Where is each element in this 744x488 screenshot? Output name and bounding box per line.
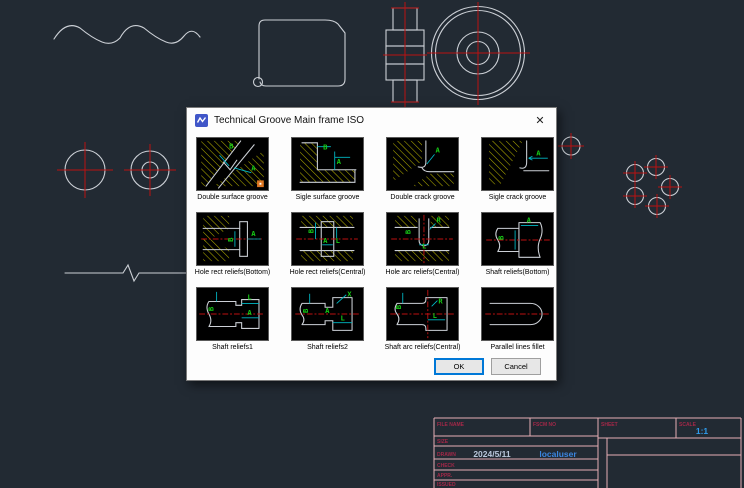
tile-label: Sigle crack groove	[470, 194, 565, 206]
title-block: FILE NAME FSCM NO SHEET SCALE 1:1 SIZE D…	[430, 414, 744, 488]
svg-text:B: B	[394, 304, 403, 309]
cancel-button[interactable]: Cancel	[491, 358, 541, 375]
svg-text:B: B	[301, 308, 310, 313]
tile-label: Shaft reliefs(Bottom)	[470, 269, 565, 281]
groove-dialog: Technical Groove Main frame ISO ✕ B A Do…	[186, 107, 557, 381]
thumbnail-sigle-surface-groove[interactable]: B A	[291, 137, 364, 191]
svg-text:R: R	[436, 216, 441, 225]
svg-text:B: B	[497, 235, 506, 240]
tile-label: Shaft arc reliefs(Central)	[375, 344, 470, 356]
groove-item-hole-rect-central: B A L Hole rect reliefs(Central)	[291, 212, 364, 281]
thumbnail-double-crack-groove[interactable]: A	[386, 137, 459, 191]
groove-item-hole-arc-central: R B L Hole arc reliefs(Central)	[386, 212, 459, 281]
thumbnail-parallel-lines-fillet[interactable]	[481, 287, 554, 341]
svg-text:R: R	[438, 296, 443, 305]
svg-text:B: B	[226, 237, 235, 242]
svg-text:B: B	[207, 306, 216, 311]
selected-marker	[257, 180, 264, 187]
tile-label: Sigle surface groove	[280, 194, 375, 206]
tile-label: Shaft reliefs1	[185, 344, 280, 356]
ok-button[interactable]: OK	[434, 358, 484, 375]
tb-label-size: SIZE	[437, 439, 449, 445]
sine-wave-drawing	[54, 26, 200, 44]
tile-label: Hole rect reliefs(Central)	[280, 269, 375, 281]
svg-text:A: A	[251, 229, 256, 238]
bolt-circle-cluster	[623, 155, 682, 218]
thumbnail-shaft-reliefs-bottom[interactable]: A B	[481, 212, 554, 266]
groove-item-double-surface: B A Double surface groove	[196, 137, 269, 206]
svg-text:B: B	[403, 229, 412, 234]
svg-text:L: L	[336, 236, 341, 245]
svg-text:L: L	[341, 314, 346, 323]
svg-text:A: A	[323, 236, 328, 245]
groove-item-double-crack: A Double crack groove	[386, 137, 459, 206]
gear-front-drawing	[427, 2, 530, 105]
tile-label: Parallel lines fillet	[470, 344, 565, 356]
circle-crosshair-left-2	[124, 144, 176, 196]
tb-label-appr: APPR.	[437, 473, 453, 479]
groove-item-shaft-reliefs1: B L A Shaft reliefs1	[196, 287, 269, 356]
tile-label: Double surface groove	[185, 194, 280, 206]
svg-text:X: X	[347, 290, 352, 299]
svg-text:A: A	[527, 216, 532, 225]
tile-label: Double crack groove	[375, 194, 470, 206]
thumbnail-grid: B A Double surface groove B A Sigle surf…	[196, 137, 554, 356]
thumbnail-double-surface-groove[interactable]: B A	[196, 137, 269, 191]
app-logo-icon	[195, 114, 208, 127]
groove-item-shaft-arc-central: B R L Shaft arc reliefs(Central)	[386, 287, 459, 356]
plate-drawing	[254, 20, 346, 87]
svg-text:B: B	[323, 143, 328, 152]
tb-label-fscm-no: FSCM NO	[533, 422, 556, 428]
svg-text:A: A	[325, 306, 330, 315]
tile-label: Hole rect reliefs(Bottom)	[185, 269, 280, 281]
groove-item-sigle-crack: A Sigle crack groove	[481, 137, 554, 206]
thumbnail-sigle-crack-groove[interactable]: A	[481, 137, 554, 191]
svg-text:A: A	[251, 164, 256, 173]
svg-text:L: L	[247, 293, 252, 302]
svg-text:A: A	[337, 157, 342, 166]
groove-item-sigle-surface: B A Sigle surface groove	[291, 137, 364, 206]
tb-value-scale: 1:1	[696, 426, 709, 436]
tb-label-check: CHECK	[437, 463, 455, 469]
thumbnail-hole-rect-reliefs-bottom[interactable]: B A	[196, 212, 269, 266]
svg-text:A: A	[536, 148, 541, 157]
tb-label-issued: ISSUED	[437, 482, 456, 488]
tb-label-drawn: DRAWN	[437, 452, 456, 458]
tb-value-drawn-date: 2024/5/11	[473, 449, 511, 459]
tile-label: Hole arc reliefs(Central)	[375, 269, 470, 281]
groove-item-parallel-fillet: Parallel lines fillet	[481, 287, 554, 356]
break-line-drawing	[65, 265, 187, 281]
tile-label: Shaft reliefs2	[280, 344, 375, 356]
groove-item-shaft-reliefs2: X B A L Shaft reliefs2	[291, 287, 364, 356]
circle-crosshair-right	[558, 133, 584, 159]
thumbnail-shaft-reliefs1[interactable]: B L A	[196, 287, 269, 341]
svg-text:A: A	[436, 145, 441, 154]
svg-text:L: L	[433, 311, 438, 320]
thumbnail-shaft-reliefs2[interactable]: X B A L	[291, 287, 364, 341]
tb-label-sheet: SHEET	[601, 422, 618, 428]
gear-section-drawing	[383, 2, 427, 107]
dialog-titlebar[interactable]: Technical Groove Main frame ISO ✕	[187, 108, 556, 133]
svg-text:B: B	[307, 228, 316, 233]
svg-text:B: B	[229, 142, 234, 151]
thumbnail-hole-arc-reliefs-central[interactable]: R B L	[386, 212, 459, 266]
circle-crosshair-left-1	[57, 142, 113, 198]
thumbnail-hole-rect-reliefs-central[interactable]: B A L	[291, 212, 364, 266]
groove-item-shaft-bottom: A B Shaft reliefs(Bottom)	[481, 212, 554, 281]
groove-item-hole-rect-bottom: B A Hole rect reliefs(Bottom)	[196, 212, 269, 281]
tb-value-drawn-by: localuser	[539, 449, 577, 459]
tb-label-scale: SCALE	[679, 422, 697, 428]
svg-text:A: A	[247, 308, 252, 317]
thumbnail-shaft-arc-reliefs-central[interactable]: B R L	[386, 287, 459, 341]
svg-text:L: L	[422, 242, 427, 251]
tb-label-file-name: FILE NAME	[437, 422, 465, 428]
dialog-title: Technical Groove Main frame ISO	[214, 115, 526, 126]
close-icon[interactable]: ✕	[532, 113, 548, 129]
